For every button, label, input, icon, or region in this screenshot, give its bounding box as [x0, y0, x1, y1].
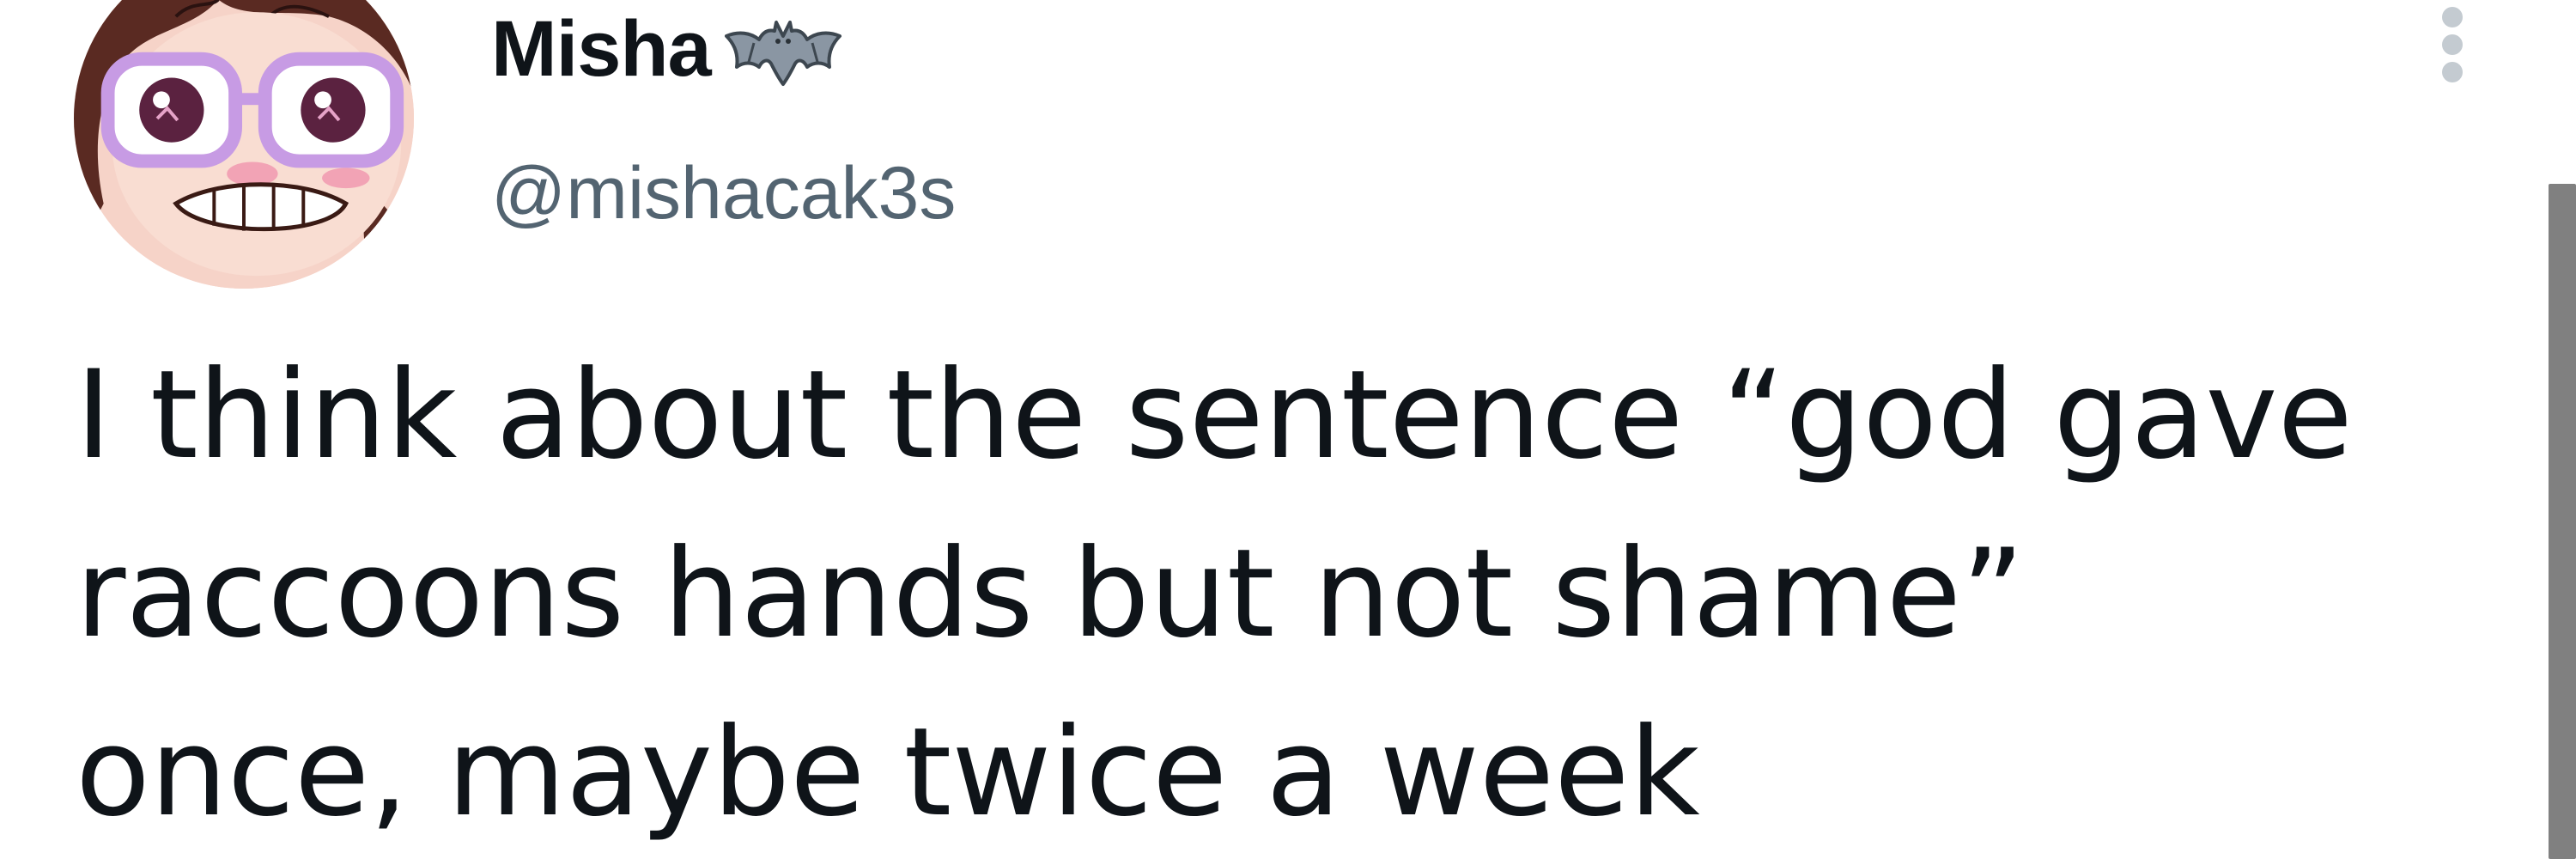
avatar[interactable] [74, 0, 414, 289]
bat-icon [723, 10, 843, 88]
avatar-illustration-icon [74, 0, 414, 289]
tweet-card: Misha @mishacak3s I think about the sent… [0, 0, 2576, 859]
display-name[interactable]: Misha [491, 2, 712, 96]
more-options-icon [2442, 7, 2463, 82]
tweet-header: Misha @mishacak3s [491, 0, 2037, 275]
tweet-text-line: once, maybe twice a week [76, 702, 1700, 844]
display-name-row[interactable]: Misha [491, 2, 843, 96]
tweet-text-line: I think about the sentence “god gave [76, 344, 2353, 486]
more-options-button[interactable] [2427, 0, 2478, 94]
user-handle[interactable]: @mishacak3s [491, 146, 956, 241]
tweet-text-line: raccoons hands but not shame” [76, 523, 2025, 665]
scrollbar-thumb[interactable] [2549, 184, 2576, 859]
tweet-text: I think about the sentence “god gave rac… [76, 326, 2480, 859]
